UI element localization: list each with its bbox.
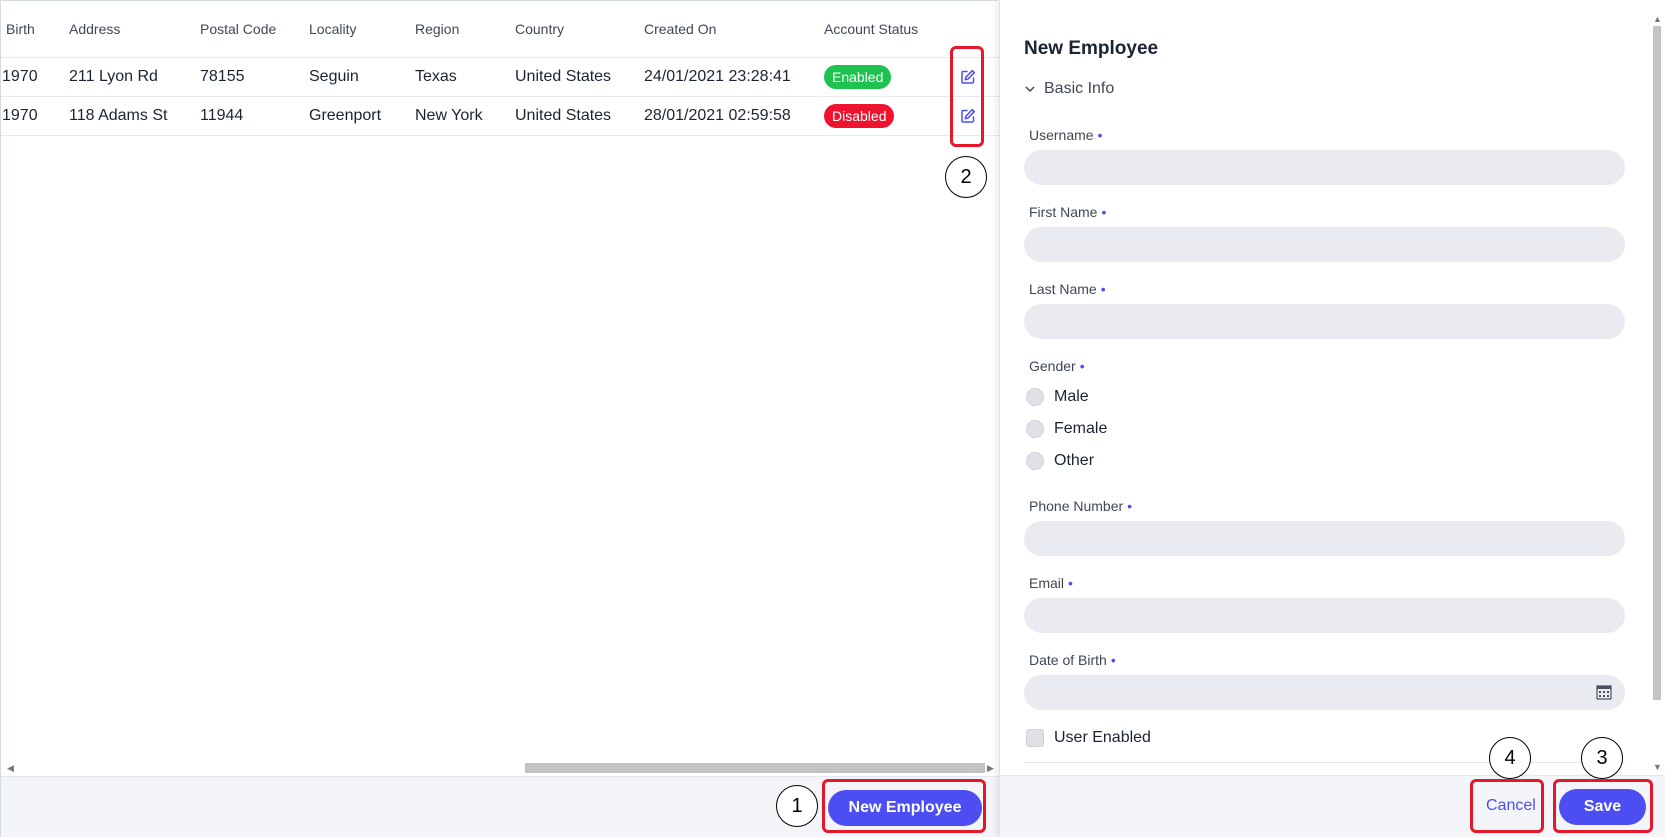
table-row[interactable]: 1970 118 Adams St 11944 Greenport New Yo… [1,97,999,136]
annotation-marker-1: 1 [776,785,818,827]
vertical-scrollbar[interactable]: ▲ ▼ [1650,14,1664,774]
radio-circle[interactable] [1026,388,1044,406]
radio-circle[interactable] [1026,452,1044,470]
column-header-address[interactable]: Address [69,21,120,37]
email-input[interactable] [1024,598,1625,633]
calendar-icon[interactable] [1596,684,1612,700]
first-name-label: First Name • [1029,204,1107,220]
cell-address: 211 Lyon Rd [69,68,158,85]
new-employee-panel: New Employee Basic Info Username • First … [999,0,1665,837]
edit-column-highlight [950,46,984,147]
annotation-marker-2: 2 [945,156,987,198]
scrollbar-thumb[interactable] [1653,26,1661,700]
cell-region: Texas [415,68,457,85]
column-header-postal-code[interactable]: Postal Code [200,21,276,37]
cell-postal-code: 78155 [200,68,245,85]
scroll-left-arrow-icon[interactable]: ◀ [7,763,14,774]
annotation-marker-3: 3 [1581,737,1623,779]
status-badge: Disabled [824,104,895,128]
column-header-account-status[interactable]: Account Status [824,21,918,37]
cell-country: United States [515,107,612,124]
employee-grid: Birth Address Postal Code Locality Regio… [0,0,999,837]
user-enabled-checkbox[interactable]: User Enabled [1026,729,1151,747]
username-label: Username • [1029,127,1103,143]
gender-radio-female[interactable]: Female [1026,420,1107,438]
email-label: Email • [1029,575,1073,591]
column-header-locality[interactable]: Locality [309,21,356,37]
section-divider [1024,762,1625,763]
cell-created-on: 28/01/2021 02:59:58 [644,107,791,124]
scroll-down-arrow-icon[interactable]: ▼ [1653,762,1662,772]
last-name-input[interactable] [1024,304,1625,339]
gender-radio-other[interactable]: Other [1026,452,1094,470]
checkbox-box[interactable] [1026,729,1044,747]
phone-input[interactable] [1024,521,1625,556]
dob-input[interactable] [1024,675,1625,710]
cell-region: New York [415,107,483,124]
column-header-region[interactable]: Region [415,21,459,37]
column-header-birth[interactable]: Birth [6,21,35,37]
panel-title: New Employee [1024,38,1159,59]
phone-label: Phone Number • [1029,498,1133,514]
gender-label: Gender • [1029,358,1085,374]
app-root: Birth Address Postal Code Locality Regio… [0,0,1665,837]
column-header-created-on[interactable]: Created On [644,21,716,37]
grid-header: Birth Address Postal Code Locality Regio… [1,1,999,58]
scroll-right-arrow-icon[interactable]: ▶ [987,763,994,774]
column-header-country[interactable]: Country [515,21,564,37]
dob-label: Date of Birth • [1029,652,1116,668]
cell-birth: 1970 [2,107,38,124]
cell-locality: Greenport [309,107,382,124]
radio-circle[interactable] [1026,420,1044,438]
gender-radio-male[interactable]: Male [1026,388,1089,406]
section-basic-info[interactable]: Basic Info [1024,80,1114,98]
new-employee-highlight [822,779,986,833]
annotation-marker-4: 4 [1489,737,1531,779]
cancel-highlight [1470,779,1544,833]
scrollbar-thumb[interactable] [525,763,985,773]
username-input[interactable] [1024,150,1625,185]
cell-birth: 1970 [2,68,38,85]
status-badge: Enabled [824,65,892,89]
section-label: Basic Info [1044,80,1115,97]
cell-created-on: 24/01/2021 23:28:41 [644,68,791,85]
cell-country: United States [515,68,612,85]
first-name-input[interactable] [1024,227,1625,262]
cell-postal-code: 11944 [200,107,244,124]
save-highlight [1553,779,1653,833]
cell-address: 118 Adams St [69,107,168,124]
scroll-up-arrow-icon[interactable]: ▲ [1653,14,1662,24]
table-row[interactable]: 1970 211 Lyon Rd 78155 Seguin Texas Unit… [1,58,999,97]
horizontal-scrollbar[interactable]: ◀ ▶ [1,761,999,775]
last-name-label: Last Name • [1029,281,1106,297]
chevron-down-icon [1025,86,1035,93]
cell-locality: Seguin [309,68,359,85]
